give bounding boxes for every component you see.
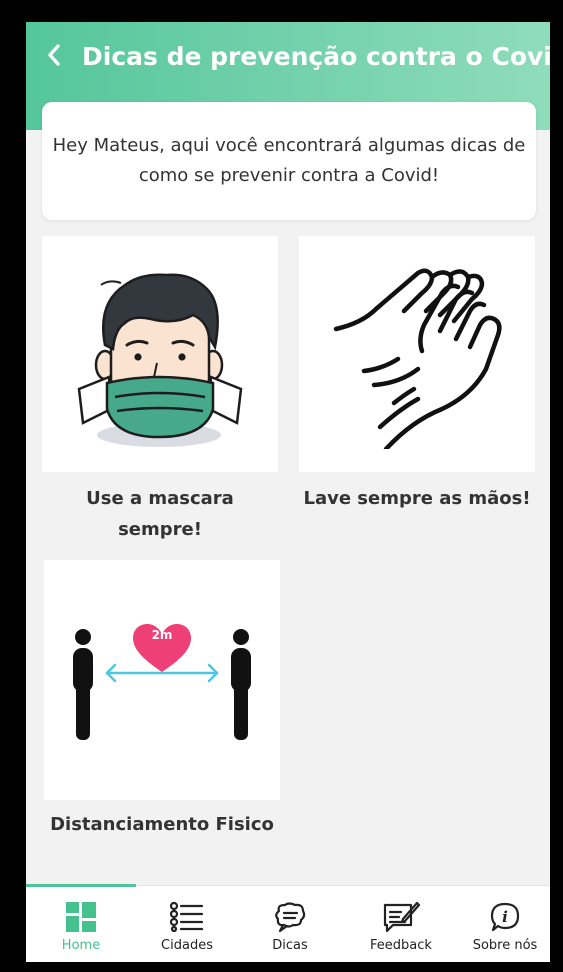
tip-label-hands: Lave sempre as mãos! — [303, 488, 531, 509]
masked-face-illustration — [77, 273, 243, 447]
tip-card-hands[interactable] — [299, 236, 535, 472]
info-icon: i — [490, 902, 520, 932]
tip-card-mask[interactable] — [42, 236, 278, 472]
tip-label-distancing: Distanciamento Fisico — [50, 814, 274, 835]
tab-dicas-label: Dicas — [272, 938, 308, 953]
tab-feedback-label: Feedback — [370, 938, 432, 953]
tab-sobre-label: Sobre nós — [472, 938, 538, 953]
tab-home[interactable]: Home — [26, 886, 136, 962]
tab-cidades[interactable]: Cidades — [136, 886, 238, 962]
intro-card: Hey Mateus, aqui você encontrará algumas… — [42, 102, 536, 220]
bottom-tab-bar: Home Cidades Dicas Feedback i Sobre nós — [26, 884, 550, 962]
tip-card-distancing[interactable]: 2m — [44, 560, 280, 800]
intro-text: Hey Mateus, aqui você encontrará algumas… — [52, 135, 526, 186]
app-screen: Dicas de prevenção contra o Covid Hey Ma… — [26, 22, 550, 962]
tab-sobre[interactable]: i Sobre nós — [460, 886, 550, 962]
chevron-left-icon — [48, 44, 60, 66]
page-title: Dicas de prevenção contra o Covid — [82, 42, 550, 71]
tab-cidades-label: Cidades — [161, 938, 213, 953]
tab-feedback[interactable]: Feedback — [342, 886, 460, 962]
back-button[interactable] — [40, 40, 68, 70]
tip-label-mask: Use a mascara sempre! — [86, 488, 234, 540]
distance-badge: 2m — [151, 628, 173, 642]
washing-hands-illustration — [333, 268, 502, 449]
home-grid-icon — [66, 902, 96, 932]
feedback-edit-icon — [383, 901, 421, 933]
chat-bubble-icon — [275, 902, 306, 933]
tab-home-label: Home — [61, 938, 101, 953]
svg-text:i: i — [502, 908, 508, 926]
tab-dicas[interactable]: Dicas — [238, 886, 342, 962]
list-icon — [170, 902, 204, 932]
